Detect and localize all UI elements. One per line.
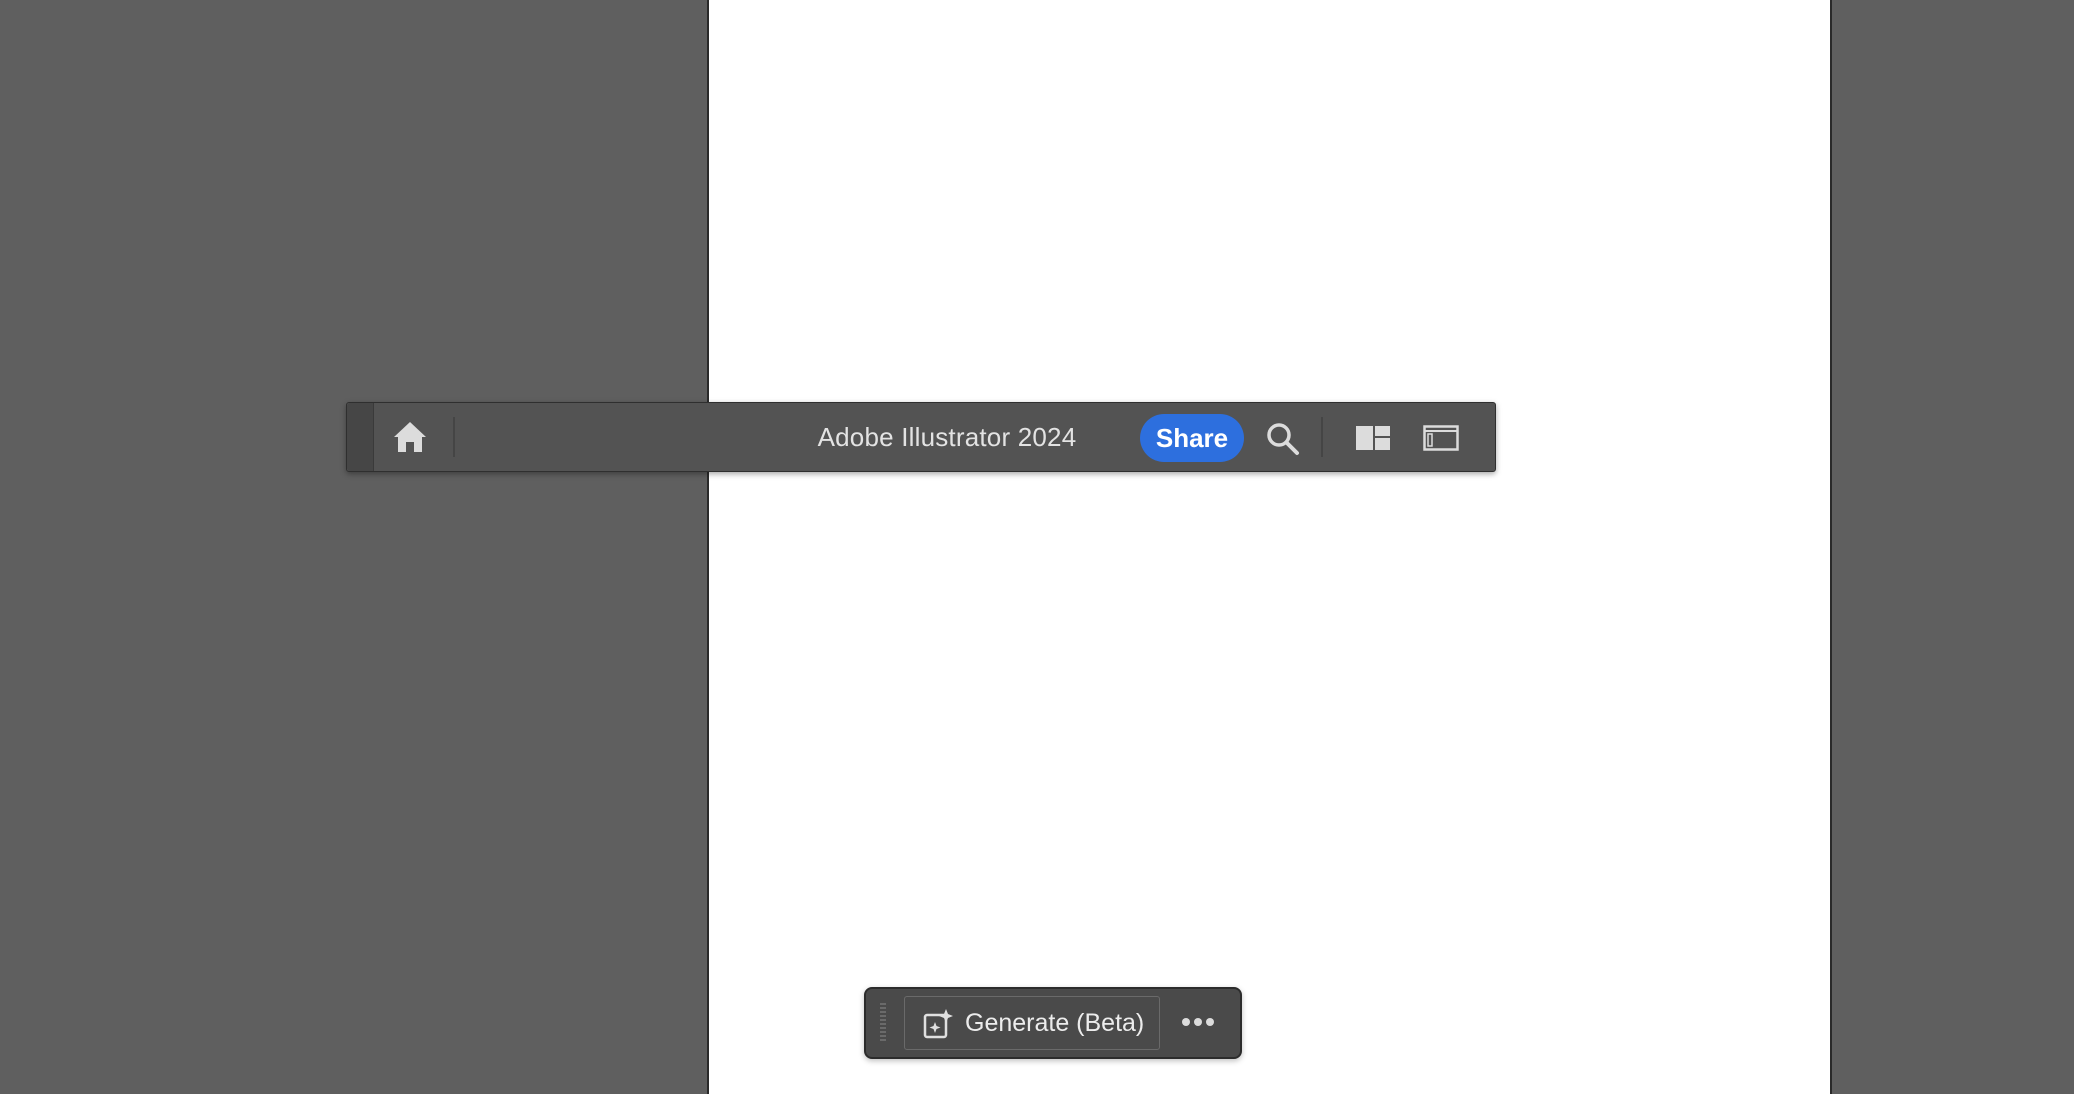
more-options-button[interactable] xyxy=(1178,1007,1218,1037)
more-options-icon xyxy=(1182,1018,1214,1026)
app-title: Adobe Illustrator 2024 xyxy=(817,422,1077,452)
generate-sparkle-icon xyxy=(923,1009,953,1039)
panel-toggle-icon xyxy=(1423,425,1459,451)
search-icon xyxy=(1267,423,1299,455)
contextual-task-bar: Generate (Beta) xyxy=(864,987,1242,1059)
share-button[interactable]: Share xyxy=(1140,414,1244,462)
app-bar: Adobe Illustrator 2024 Share xyxy=(346,402,1496,472)
home-button[interactable] xyxy=(391,419,429,455)
generate-button[interactable]: Generate (Beta) xyxy=(904,996,1160,1050)
app-bar-grip[interactable] xyxy=(347,403,374,471)
home-icon xyxy=(394,422,426,452)
divider xyxy=(1321,417,1323,457)
search-button[interactable] xyxy=(1265,421,1301,457)
divider xyxy=(453,417,455,457)
artboard[interactable] xyxy=(707,0,1832,1094)
workspace-layout-icon xyxy=(1356,426,1390,450)
panel-toggle-button[interactable] xyxy=(1423,425,1459,451)
generate-label: Generate (Beta) xyxy=(965,1009,1145,1037)
drag-handle[interactable] xyxy=(880,1003,886,1043)
workspace-layout-button[interactable] xyxy=(1355,425,1391,451)
